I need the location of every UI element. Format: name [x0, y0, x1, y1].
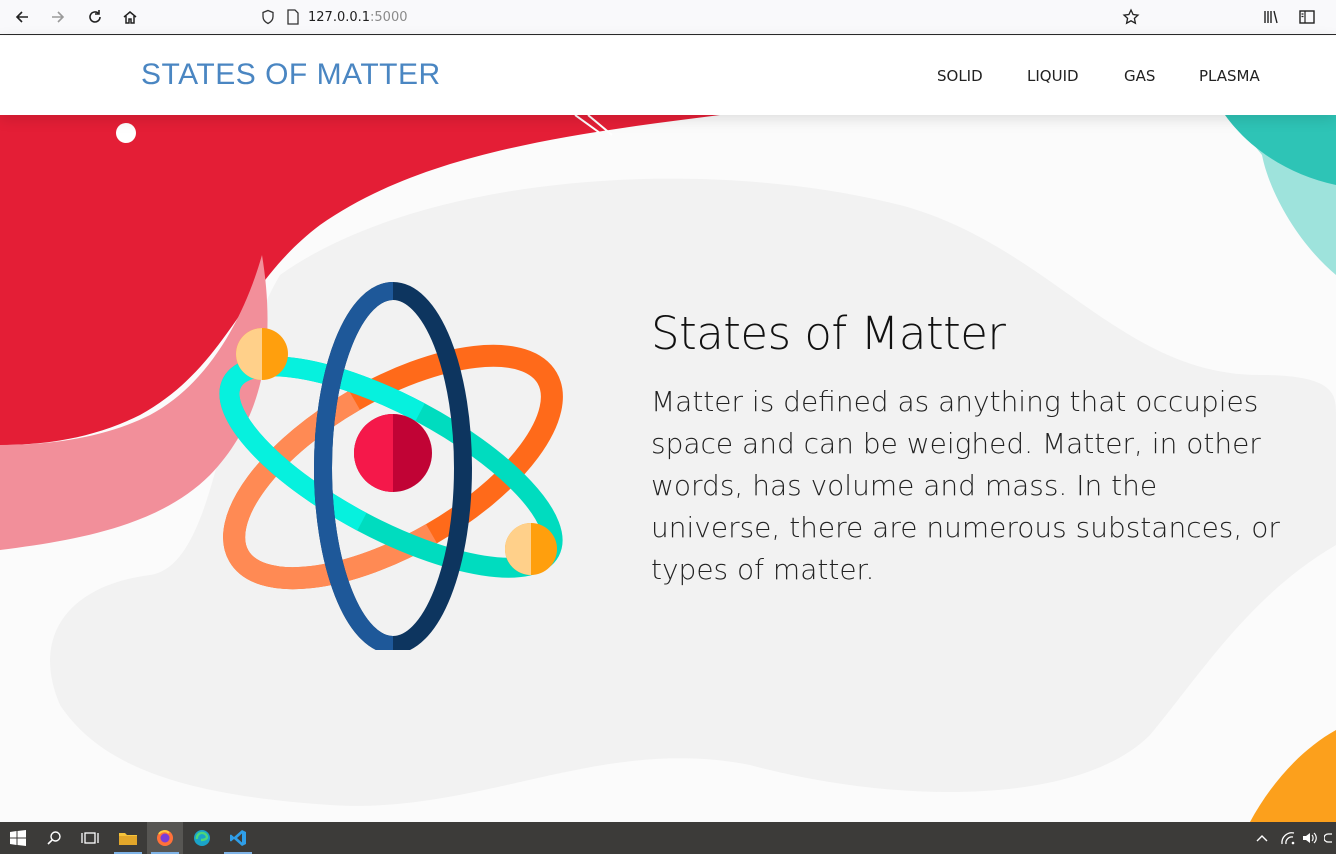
nav-liquid[interactable]: LIQUID — [1027, 67, 1079, 85]
atom-nucleus-left — [354, 414, 393, 492]
windows-start-icon[interactable] — [0, 822, 36, 854]
url-port: :5000 — [370, 9, 408, 25]
back-icon[interactable] — [9, 4, 35, 30]
nav-gas[interactable]: GAS — [1124, 67, 1155, 85]
forward-icon[interactable] — [45, 4, 71, 30]
url-text[interactable]: 127.0.0.1:5000 — [308, 10, 408, 25]
bg-orange-blob — [1250, 730, 1336, 822]
url-host: 127.0.0.1 — [308, 9, 371, 25]
vscode-icon[interactable] — [220, 822, 256, 854]
search-icon[interactable] — [36, 822, 72, 854]
site-header: STATES OF MATTER SOLID LIQUID GAS PLASMA — [0, 36, 1336, 115]
bg-dot — [116, 123, 136, 143]
nav-plasma[interactable]: PLASMA — [1199, 67, 1260, 85]
hero-title: States of Matter — [651, 307, 1006, 360]
taskbar — [0, 822, 1336, 854]
wifi-icon[interactable] — [1280, 831, 1296, 845]
volume-icon[interactable] — [1302, 831, 1318, 845]
shield-icon[interactable] — [260, 9, 276, 25]
system-tray — [1256, 822, 1334, 854]
task-view-icon[interactable] — [72, 822, 108, 854]
atom-illustration — [219, 282, 563, 650]
reload-icon[interactable] — [82, 4, 108, 30]
input-indicator-icon[interactable] — [1324, 831, 1334, 845]
site-brand[interactable]: STATES OF MATTER — [141, 58, 441, 92]
nav-solid[interactable]: SOLID — [937, 67, 983, 85]
sidebar-icon[interactable] — [1294, 4, 1320, 30]
hero-description: Matter is defined as anything that occup… — [651, 385, 1280, 586]
star-icon[interactable] — [1118, 4, 1144, 30]
browser-toolbar: 127.0.0.1:5000 — [0, 0, 1336, 35]
file-explorer-icon[interactable] — [110, 822, 146, 854]
url-bar[interactable]: 127.0.0.1:5000 — [260, 4, 1120, 30]
library-icon[interactable] — [1258, 4, 1284, 30]
page-icon — [286, 9, 300, 25]
edge-icon[interactable] — [184, 822, 220, 854]
home-icon[interactable] — [117, 4, 143, 30]
hero-section: States of Matter Matter is defined as an… — [0, 115, 1336, 822]
firefox-icon[interactable] — [147, 822, 183, 854]
tray-chevron-up-icon[interactable] — [1256, 834, 1268, 842]
